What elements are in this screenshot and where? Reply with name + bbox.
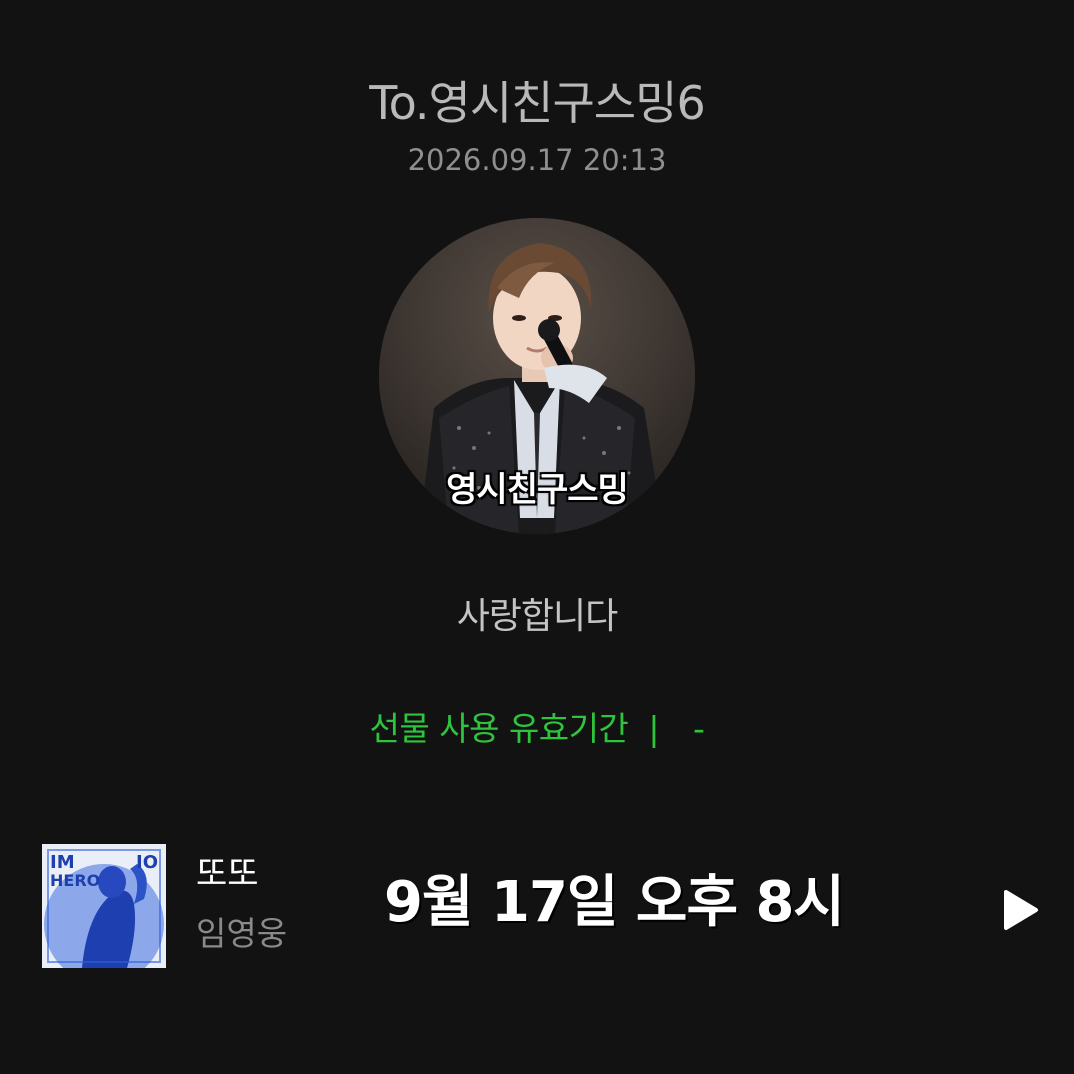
album-text-hero: HERO (50, 871, 100, 890)
play-icon (1004, 890, 1038, 930)
album-text-im: IM (50, 852, 75, 873)
gift-message: 사랑합니다 (456, 596, 619, 637)
release-time-overlay: 9월 17일 오후 8시 (384, 870, 845, 935)
profile-avatar: 영시친구스밍 (379, 218, 695, 534)
validity-label: 선물 사용 유효기간 (369, 709, 629, 748)
play-button[interactable] (990, 882, 1046, 938)
track-artist: 임영웅 (196, 914, 288, 953)
track-title: 또또 (196, 854, 259, 894)
avatar-caption: 영시친구스밍 (446, 470, 629, 510)
album-cover-image: IM HERO IO (42, 844, 166, 968)
sent-timestamp: 2026.09.17 20:13 (407, 143, 667, 177)
gift-validity: 선물 사용 유효기간 | - (0, 706, 1074, 752)
album-text-io: IO (136, 852, 158, 873)
validity-value: - (693, 709, 705, 748)
gift-message-screen: To.영시친구스밍6 2026.09.17 20:13 영시친구스밍 사랑합니다… (0, 0, 1074, 1074)
recipient-title: To.영시친구스밍6 (369, 76, 705, 130)
validity-separator: | (648, 709, 660, 748)
album-art[interactable]: IM HERO IO (42, 844, 166, 968)
music-player-bar[interactable]: IM HERO IO 또또 임영웅 9월 17일 오후 8시 (0, 830, 1074, 980)
